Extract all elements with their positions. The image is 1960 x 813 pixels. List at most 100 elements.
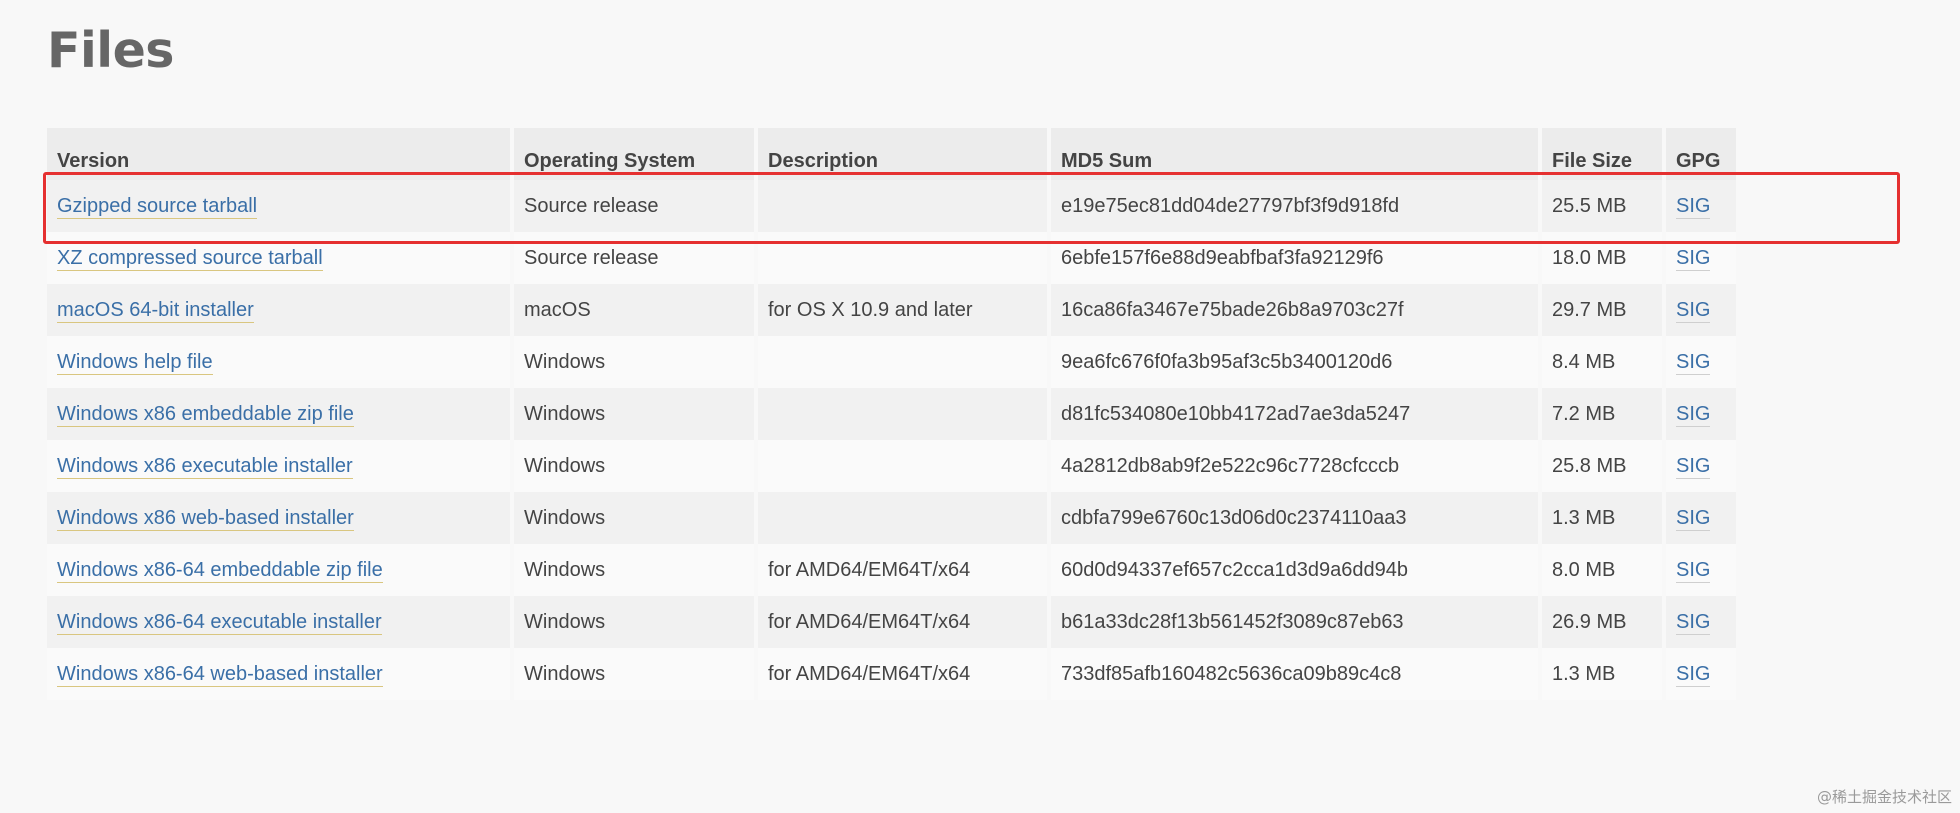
file-download-link[interactable]: Windows x86 web-based installer (57, 506, 354, 531)
version-cell: macOS 64-bit installer (47, 284, 510, 336)
header-description: Description (758, 128, 1047, 180)
header-operating-system: Operating System (514, 128, 754, 180)
size-cell: 18.0 MB (1542, 232, 1662, 284)
description-cell (758, 336, 1047, 388)
sig-link[interactable]: SIG (1676, 402, 1711, 427)
table-row: macOS 64-bit installer macOS for OS X 10… (47, 284, 1736, 336)
file-download-link[interactable]: macOS 64-bit installer (57, 298, 254, 323)
md5-cell: 4a2812db8ab9f2e522c96c7728cfcccb (1051, 440, 1538, 492)
gpg-cell: SIG (1666, 648, 1736, 700)
md5-cell: d81fc534080e10bb4172ad7ae3da5247 (1051, 388, 1538, 440)
size-cell: 29.7 MB (1542, 284, 1662, 336)
sig-link[interactable]: SIG (1676, 350, 1711, 375)
header-gpg: GPG (1666, 128, 1736, 180)
sig-link[interactable]: SIG (1676, 558, 1711, 583)
gpg-cell: SIG (1666, 336, 1736, 388)
size-cell: 25.5 MB (1542, 180, 1662, 232)
version-cell: Gzipped source tarball (47, 180, 510, 232)
table-row: XZ compressed source tarball Source rele… (47, 232, 1736, 284)
os-cell: Windows (514, 388, 754, 440)
gpg-cell: SIG (1666, 544, 1736, 596)
gpg-cell: SIG (1666, 596, 1736, 648)
version-cell: Windows x86-64 executable installer (47, 596, 510, 648)
os-cell: Source release (514, 232, 754, 284)
sig-link[interactable]: SIG (1676, 194, 1711, 219)
size-cell: 26.9 MB (1542, 596, 1662, 648)
file-download-link[interactable]: Windows x86 executable installer (57, 454, 353, 479)
md5-cell: e19e75ec81dd04de27797bf3f9d918fd (1051, 180, 1538, 232)
description-cell: for OS X 10.9 and later (758, 284, 1047, 336)
sig-link[interactable]: SIG (1676, 662, 1711, 687)
table-row: Windows x86-64 web-based installer Windo… (47, 648, 1736, 700)
description-cell (758, 492, 1047, 544)
table-row: Gzipped source tarball Source release e1… (47, 180, 1736, 232)
gpg-cell: SIG (1666, 232, 1736, 284)
version-cell: Windows x86 embeddable zip file (47, 388, 510, 440)
file-download-link[interactable]: Windows x86-64 executable installer (57, 610, 382, 635)
os-cell: Windows (514, 596, 754, 648)
md5-cell: 16ca86fa3467e75bade26b8a9703c27f (1051, 284, 1538, 336)
sig-link[interactable]: SIG (1676, 506, 1711, 531)
os-cell: Source release (514, 180, 754, 232)
file-download-link[interactable]: XZ compressed source tarball (57, 246, 323, 271)
size-cell: 8.4 MB (1542, 336, 1662, 388)
table-row: Windows x86-64 executable installer Wind… (47, 596, 1736, 648)
md5-cell: 9ea6fc676f0fa3b95af3c5b3400120d6 (1051, 336, 1538, 388)
file-download-link[interactable]: Windows x86 embeddable zip file (57, 402, 354, 427)
md5-cell: cdbfa799e6760c13d06d0c2374110aa3 (1051, 492, 1538, 544)
header-md5-sum: MD5 Sum (1051, 128, 1538, 180)
table-row: Windows x86 executable installer Windows… (47, 440, 1736, 492)
version-cell: XZ compressed source tarball (47, 232, 510, 284)
size-cell: 1.3 MB (1542, 648, 1662, 700)
files-table: Version Operating System Description MD5… (43, 128, 1740, 700)
md5-cell: 60d0d94337ef657c2cca1d3d9a6dd94b (1051, 544, 1538, 596)
gpg-cell: SIG (1666, 440, 1736, 492)
header-file-size: File Size (1542, 128, 1662, 180)
header-version: Version (47, 128, 510, 180)
description-cell (758, 232, 1047, 284)
os-cell: Windows (514, 440, 754, 492)
file-download-link[interactable]: Gzipped source tarball (57, 194, 258, 219)
table-row: Windows help file Windows 9ea6fc676f0fa3… (47, 336, 1736, 388)
os-cell: Windows (514, 492, 754, 544)
gpg-cell: SIG (1666, 284, 1736, 336)
sig-link[interactable]: SIG (1676, 246, 1711, 271)
version-cell: Windows help file (47, 336, 510, 388)
description-cell: for AMD64/EM64T/x64 (758, 544, 1047, 596)
table-row: Windows x86 web-based installer Windows … (47, 492, 1736, 544)
description-cell: for AMD64/EM64T/x64 (758, 596, 1047, 648)
table-row: Windows x86 embeddable zip file Windows … (47, 388, 1736, 440)
size-cell: 7.2 MB (1542, 388, 1662, 440)
gpg-cell: SIG (1666, 388, 1736, 440)
gpg-cell: SIG (1666, 180, 1736, 232)
page-title: Files (47, 22, 174, 79)
size-cell: 8.0 MB (1542, 544, 1662, 596)
file-download-link[interactable]: Windows x86-64 embeddable zip file (57, 558, 383, 583)
sig-link[interactable]: SIG (1676, 610, 1711, 635)
table-header-row: Version Operating System Description MD5… (47, 128, 1736, 180)
md5-cell: 733df85afb160482c5636ca09b89c4c8 (1051, 648, 1538, 700)
version-cell: Windows x86-64 embeddable zip file (47, 544, 510, 596)
version-cell: Windows x86 web-based installer (47, 492, 510, 544)
os-cell: Windows (514, 648, 754, 700)
size-cell: 1.3 MB (1542, 492, 1662, 544)
sig-link[interactable]: SIG (1676, 298, 1711, 323)
md5-cell: 6ebfe157f6e88d9eabfbaf3fa92129f6 (1051, 232, 1538, 284)
description-cell (758, 388, 1047, 440)
file-download-link[interactable]: Windows help file (57, 350, 213, 375)
sig-link[interactable]: SIG (1676, 454, 1711, 479)
version-cell: Windows x86-64 web-based installer (47, 648, 510, 700)
description-cell (758, 180, 1047, 232)
md5-cell: b61a33dc28f13b561452f3089c87eb63 (1051, 596, 1538, 648)
version-cell: Windows x86 executable installer (47, 440, 510, 492)
description-cell: for AMD64/EM64T/x64 (758, 648, 1047, 700)
file-download-link[interactable]: Windows x86-64 web-based installer (57, 662, 383, 687)
size-cell: 25.8 MB (1542, 440, 1662, 492)
table-row: Windows x86-64 embeddable zip file Windo… (47, 544, 1736, 596)
os-cell: Windows (514, 544, 754, 596)
os-cell: Windows (514, 336, 754, 388)
os-cell: macOS (514, 284, 754, 336)
watermark: @稀土掘金技术社区 (1816, 788, 1952, 806)
description-cell (758, 440, 1047, 492)
gpg-cell: SIG (1666, 492, 1736, 544)
